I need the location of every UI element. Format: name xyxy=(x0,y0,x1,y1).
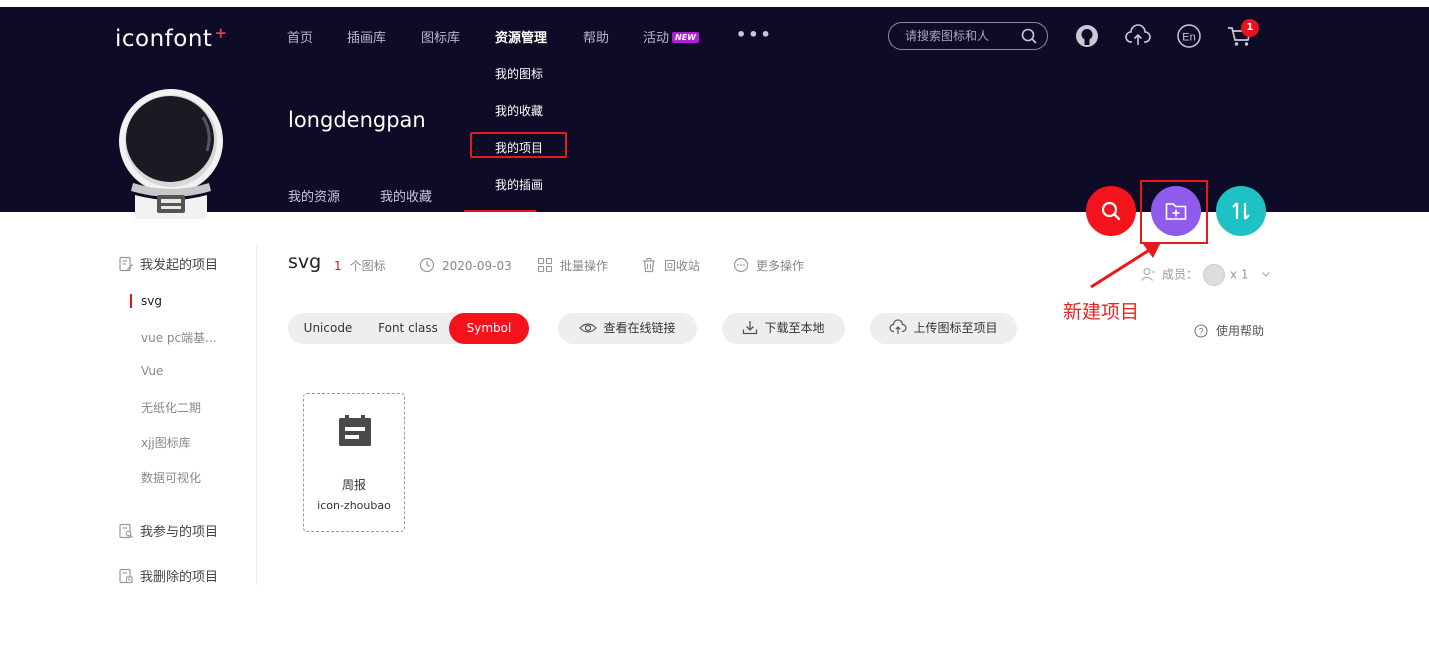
sidebar-project-data-vis[interactable]: 数据可视化 xyxy=(141,469,201,486)
icon-code: icon-zhoubao xyxy=(317,499,391,512)
more-circle-icon xyxy=(733,257,749,273)
sidebar-project-svg[interactable]: svg xyxy=(141,294,162,308)
my-projects-highlight-box xyxy=(470,132,567,158)
project-title: svg xyxy=(288,251,322,273)
batch-operation-label: 批量操作 xyxy=(560,259,609,273)
logo-plus: + xyxy=(214,24,228,42)
upload-icons-label: 上传图标至项目 xyxy=(913,321,998,335)
members-count: x 1 xyxy=(1230,267,1249,282)
usage-help-label: 使用帮助 xyxy=(1216,324,1265,338)
search-doc-icon xyxy=(119,523,133,539)
more-operations-label: 更多操作 xyxy=(756,259,805,273)
nav-icon-library[interactable]: 图标库 xyxy=(421,27,460,46)
menu-item-my-illustrations[interactable]: 我的插画 xyxy=(495,176,543,193)
search-input[interactable] xyxy=(905,28,1015,44)
view-online-link-button[interactable]: 查看在线链接 xyxy=(558,313,697,344)
grid-icon xyxy=(537,257,553,273)
weekly-report-icon xyxy=(337,414,373,452)
delete-doc-icon xyxy=(119,568,133,584)
upload-cloud-icon[interactable] xyxy=(1125,23,1151,49)
cart-count-badge: 1 xyxy=(1241,19,1259,37)
sidebar-joined-projects[interactable]: 我参与的项目 xyxy=(118,521,218,540)
icon-card[interactable]: 周报 icon-zhoubao xyxy=(303,393,405,532)
language-icon-label: En xyxy=(1182,32,1195,44)
sidebar-deleted-projects[interactable]: 我删除的项目 xyxy=(118,566,218,585)
active-project-marker xyxy=(130,294,132,308)
menu-item-my-icons[interactable]: 我的图标 xyxy=(495,65,543,82)
upload-cloud-icon xyxy=(889,319,908,334)
top-strip xyxy=(0,0,1429,7)
edit-doc-icon xyxy=(119,256,133,272)
search-project-button[interactable] xyxy=(1086,186,1136,236)
member-avatar[interactable] xyxy=(1203,264,1226,286)
icon-count-unit: 个图标 xyxy=(349,259,386,273)
project-date: 2020-09-03 xyxy=(419,257,512,273)
members-label: 成员： xyxy=(1162,267,1199,282)
members-dropdown[interactable]: 成员： x 1 xyxy=(1140,264,1271,286)
trash-icon xyxy=(643,258,655,273)
new-project-highlight-box xyxy=(1140,180,1208,244)
avatar[interactable] xyxy=(115,89,227,219)
search-icon[interactable] xyxy=(1021,28,1037,48)
nav-home[interactable]: 首页 xyxy=(287,27,313,46)
sidebar-initiated-label: 我发起的项目 xyxy=(140,258,219,273)
download-icon xyxy=(743,321,758,335)
username: longdengpan xyxy=(288,108,426,132)
recycle-bin-button[interactable]: 回收站 xyxy=(641,257,700,274)
usage-help-link[interactable]: ? 使用帮助 xyxy=(1194,322,1264,339)
icon-count-number: 1 xyxy=(334,259,342,273)
tab-my-favorites[interactable]: 我的收藏 xyxy=(380,186,432,205)
help-circle-icon: ? xyxy=(1194,324,1208,338)
dropdown-underline xyxy=(464,210,536,212)
tab-my-resources[interactable]: 我的资源 xyxy=(288,186,340,205)
clock-icon xyxy=(419,257,435,273)
format-unicode-tab[interactable]: Unicode xyxy=(288,313,368,344)
eye-icon xyxy=(579,323,598,333)
logo-text: iconfont xyxy=(115,26,213,52)
new-badge: NEW xyxy=(672,32,699,43)
language-icon[interactable]: En xyxy=(1176,23,1202,49)
view-online-link-label: 查看在线链接 xyxy=(603,321,676,335)
sidebar-project-xjj[interactable]: xjj图标库 xyxy=(141,434,191,451)
project-date-text: 2020-09-03 xyxy=(442,259,512,273)
nav-illustrations[interactable]: 插画库 xyxy=(347,27,386,46)
chevron-down-icon xyxy=(1262,271,1271,277)
members-icon xyxy=(1141,267,1155,281)
nav-help[interactable]: 帮助 xyxy=(583,27,609,46)
sidebar-project-vue[interactable]: Vue xyxy=(141,364,163,378)
sidebar-divider xyxy=(256,245,257,585)
format-fontclass-tab[interactable]: Font class xyxy=(368,313,448,344)
nav-activity[interactable]: 活动 NEW xyxy=(643,27,699,46)
download-local-label: 下载至本地 xyxy=(764,321,825,335)
format-toggle-group: Unicode Font class Symbol xyxy=(288,313,529,344)
recycle-bin-label: 回收站 xyxy=(664,259,701,273)
sidebar-project-vue-pc[interactable]: vue pc端基... xyxy=(141,329,217,346)
format-symbol-tab[interactable]: Symbol xyxy=(449,313,529,344)
sidebar-deleted-label: 我删除的项目 xyxy=(140,570,219,585)
sidebar-project-paperless[interactable]: 无纸化二期 xyxy=(141,399,201,416)
annotation-label: 新建项目 xyxy=(1063,301,1140,323)
download-local-button[interactable]: 下载至本地 xyxy=(722,313,845,344)
sort-arrows-icon xyxy=(1232,202,1250,220)
menu-item-my-favorites[interactable]: 我的收藏 xyxy=(495,102,543,119)
icon-name: 周报 xyxy=(341,478,366,492)
nav-resource-management[interactable]: 资源管理 xyxy=(495,27,547,46)
svg-text:?: ? xyxy=(1198,327,1203,337)
search-icon xyxy=(1101,201,1121,221)
logo[interactable]: iconfont + xyxy=(115,24,228,52)
upload-icons-button[interactable]: 上传图标至项目 xyxy=(870,313,1017,344)
more-operations-button[interactable]: 更多操作 xyxy=(733,257,804,274)
more-menu-button[interactable]: ••• xyxy=(736,25,773,44)
github-icon[interactable] xyxy=(1074,23,1100,49)
sidebar-joined-label: 我参与的项目 xyxy=(140,525,219,540)
nav-activity-label: 活动 xyxy=(643,31,670,46)
batch-operation-button[interactable]: 批量操作 xyxy=(537,257,608,274)
icon-count: 1 个图标 xyxy=(334,257,386,274)
sort-button[interactable] xyxy=(1216,186,1266,236)
sidebar-initiated-projects[interactable]: 我发起的项目 xyxy=(118,254,218,273)
search-box xyxy=(888,22,1048,50)
header: iconfont+ 首页 插画库 图标库 资源管理 帮助 活动NEW ••• E… xyxy=(0,7,1429,219)
